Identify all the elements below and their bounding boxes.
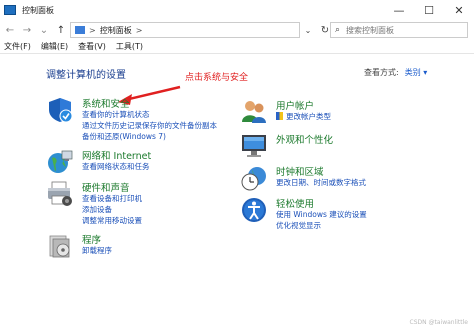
shield-icon — [49, 98, 73, 123]
window-title: 控制面板 — [22, 5, 54, 15]
folder-icon — [75, 26, 85, 34]
navigation-bar: ← → ⌄ ↑ > 控制面板 > ⌄ ↻ ⌕ 搜索控制面板 — [0, 20, 474, 40]
user-accounts-link[interactable]: 用户帐户 — [276, 98, 314, 112]
view-network-status-link[interactable]: 查看网络状态和任务 — [82, 161, 150, 172]
category-user-accounts: 用户帐户 更改帐户类型 — [240, 98, 440, 128]
page-title: 调整计算机的设置 — [46, 70, 126, 81]
appearance-link[interactable]: 外观和个性化 — [276, 132, 333, 146]
system-security-link[interactable]: 系统和安全 — [82, 96, 130, 110]
users-icon — [242, 101, 266, 123]
category-system-security: 系统和安全 查看你的计算机状态 通过文件历史记录保存你的文件备份副本 备份和还原… — [46, 96, 246, 142]
menu-tools[interactable]: 工具(T) — [116, 41, 143, 52]
watermark: CSDN @taiwanlittle — [409, 319, 469, 326]
uac-shield-icon — [276, 112, 283, 120]
address-dropdown-button[interactable]: ⌄ — [302, 22, 314, 38]
backup-restore-link[interactable]: 备份和还原(Windows 7) — [82, 131, 166, 142]
view-by: 查看方式: 类别 ▾ — [364, 67, 427, 78]
menu-file[interactable]: 文件(F) — [4, 41, 31, 52]
printer-icon — [48, 181, 72, 206]
recent-locations-button[interactable]: ⌄ — [37, 25, 51, 36]
windows-suggested-settings-link[interactable]: 使用 Windows 建议的设置 — [276, 209, 367, 220]
forward-button[interactable]: → — [20, 25, 34, 36]
programs-icon — [49, 235, 70, 258]
ease-of-access-link[interactable]: 轻松使用 — [276, 196, 314, 210]
category-clock-region: 时钟和区域 更改日期、时间或数字格式 — [240, 164, 440, 194]
hardware-sound-link[interactable]: 硬件和声音 — [82, 180, 130, 194]
programs-link[interactable]: 程序 — [82, 232, 101, 246]
view-computer-status-link[interactable]: 查看你的计算机状态 — [82, 109, 150, 120]
up-button[interactable]: ↑ — [54, 25, 68, 36]
category-programs: 程序 卸载程序 — [46, 232, 246, 262]
breadcrumb-separator-end: > — [135, 25, 143, 35]
category-ease-of-access: 轻松使用 使用 Windows 建议的设置 优化视觉显示 — [240, 196, 440, 230]
search-icon: ⌕ — [335, 25, 341, 35]
mobility-settings-link[interactable]: 调整常用移动设置 — [82, 215, 142, 226]
file-history-link[interactable]: 通过文件历史记录保存你的文件备份副本 — [82, 120, 217, 131]
breadcrumb-separator: > — [89, 25, 96, 35]
search-placeholder: 搜索控制面板 — [346, 25, 395, 35]
view-devices-printers-link[interactable]: 查看设备和打印机 — [82, 193, 142, 204]
search-input[interactable]: ⌕ 搜索控制面板 — [330, 22, 468, 38]
change-date-time-format-link[interactable]: 更改日期、时间或数字格式 — [276, 177, 366, 188]
change-account-type-label: 更改帐户类型 — [286, 112, 331, 121]
control-panel-app-icon — [4, 5, 16, 15]
maximize-button[interactable]: ☐ — [414, 0, 444, 20]
monitor-icon — [242, 135, 266, 157]
breadcrumb-control-panel[interactable]: 控制面板 — [100, 25, 132, 36]
category-hardware-sound: 硬件和声音 查看设备和打印机 添加设备 调整常用移动设置 — [46, 180, 246, 226]
network-internet-link[interactable]: 网络和 Internet — [82, 148, 151, 162]
menu-view[interactable]: 查看(V) — [78, 41, 106, 52]
minimize-button[interactable]: — — [384, 0, 414, 20]
optimize-visual-display-link[interactable]: 优化视觉显示 — [276, 220, 321, 231]
menu-edit[interactable]: 编辑(E) — [41, 41, 68, 52]
close-button[interactable]: ✕ — [444, 0, 474, 20]
annotation-text: 点击系统与安全 — [185, 73, 249, 83]
view-by-label: 查看方式: — [364, 68, 399, 77]
globe-icon — [48, 150, 73, 173]
category-network: 网络和 Internet 查看网络状态和任务 — [46, 148, 246, 178]
change-account-type-link[interactable]: 更改帐户类型 — [276, 111, 331, 122]
accessibility-icon — [242, 198, 266, 222]
uninstall-program-link[interactable]: 卸载程序 — [82, 245, 112, 256]
clock-icon — [241, 167, 266, 191]
clock-region-link[interactable]: 时钟和区域 — [276, 164, 324, 178]
view-by-dropdown[interactable]: 类别 ▾ — [405, 68, 428, 77]
category-appearance: 外观和个性化 — [240, 132, 440, 162]
menu-bar: 文件(F) 编辑(E) 查看(V) 工具(T) — [0, 40, 474, 54]
add-device-link[interactable]: 添加设备 — [82, 204, 112, 215]
back-button[interactable]: ← — [3, 25, 17, 36]
address-bar[interactable]: > 控制面板 > — [70, 22, 300, 38]
